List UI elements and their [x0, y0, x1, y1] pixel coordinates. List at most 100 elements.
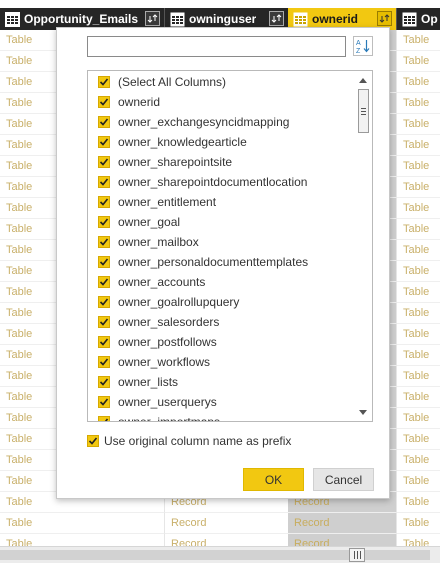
column-label: owner_userquerys	[118, 395, 217, 409]
table-cell[interactable]: Record	[164, 513, 288, 534]
column-checkbox[interactable]	[98, 96, 110, 108]
column-list-item[interactable]: owner_sharepointsite	[88, 152, 356, 172]
table-cell[interactable]: Table	[396, 30, 440, 51]
expand-column-icon[interactable]	[377, 11, 392, 26]
table-cell[interactable]: Table	[396, 198, 440, 219]
table-cell[interactable]: Table	[396, 114, 440, 135]
vertical-scroll-thumb[interactable]	[358, 89, 369, 133]
table-cell[interactable]: Table	[396, 492, 440, 513]
table-cell[interactable]: Table	[396, 429, 440, 450]
checkmark-icon	[99, 238, 109, 246]
expand-column-icon[interactable]	[269, 11, 284, 26]
column-checkbox[interactable]	[98, 276, 110, 288]
checkmark-icon	[99, 338, 109, 346]
column-label: owner_sharepointsite	[118, 155, 233, 169]
column-list-item[interactable]: owner_importmaps	[88, 412, 356, 421]
use-prefix-option[interactable]: Use original column name as prefix	[87, 433, 291, 449]
table-cell[interactable]: Table	[396, 471, 440, 492]
column-list-item[interactable]: ownerid	[88, 92, 356, 112]
checkmark-icon	[99, 118, 109, 126]
column-header-op[interactable]: Op	[396, 8, 440, 30]
vertical-scrollbar[interactable]	[355, 71, 372, 421]
column-label: owner_entitlement	[118, 195, 217, 209]
column-checkbox[interactable]	[98, 236, 110, 248]
column-checkbox[interactable]	[98, 316, 110, 328]
column-checkbox[interactable]	[98, 256, 110, 268]
table-cell[interactable]: Table	[396, 345, 440, 366]
expand-columns-dialog: A Z (Select All Columns) ownerid owner_exc…	[56, 27, 390, 499]
expand-column-icon[interactable]	[145, 11, 160, 26]
ok-button[interactable]: OK	[243, 468, 304, 491]
table-cell[interactable]: Table	[396, 177, 440, 198]
column-checkbox[interactable]	[98, 176, 110, 188]
table-cell[interactable]: Table	[396, 261, 440, 282]
column-checkbox[interactable]	[98, 336, 110, 348]
column-list-item[interactable]: owner_lists	[88, 372, 356, 392]
table-cell[interactable]: Table	[396, 303, 440, 324]
column-checkbox[interactable]	[98, 416, 110, 421]
column-checkbox[interactable]	[98, 216, 110, 228]
table-cell[interactable]: Table	[396, 513, 440, 534]
scroll-down-icon[interactable]	[359, 410, 367, 415]
column-list-item[interactable]: owner_postfollows	[88, 332, 356, 352]
column-checklist: (Select All Columns) ownerid owner_exchang…	[87, 70, 373, 422]
column-checkbox[interactable]	[98, 196, 110, 208]
table-cell[interactable]: Table	[396, 51, 440, 72]
table-cell[interactable]: Table	[0, 513, 164, 534]
checkmark-icon	[99, 78, 109, 86]
table-cell[interactable]: Table	[396, 156, 440, 177]
column-list-item[interactable]: owner_accounts	[88, 272, 356, 292]
column-list-item[interactable]: owner_knowledgearticle	[88, 132, 356, 152]
column-checkbox[interactable]	[98, 116, 110, 128]
column-label: ownerid	[118, 95, 161, 109]
table-cell[interactable]: Table	[396, 219, 440, 240]
table-cell[interactable]: Table	[396, 72, 440, 93]
column-checkbox[interactable]	[98, 356, 110, 368]
column-list-item[interactable]: owner_exchangesyncidmapping	[88, 112, 356, 132]
table-cell[interactable]: Table	[396, 135, 440, 156]
column-list-item[interactable]: owner_goal	[88, 212, 356, 232]
checkmark-icon	[99, 138, 109, 146]
table-icon	[402, 12, 417, 26]
column-checkbox[interactable]	[98, 76, 110, 88]
column-header-label: ownerid	[312, 12, 359, 26]
sort-az-button[interactable]: A Z	[353, 36, 373, 56]
table-cell[interactable]: Table	[396, 450, 440, 471]
checkmark-icon	[99, 158, 109, 166]
cancel-button[interactable]: Cancel	[313, 468, 374, 491]
table-cell[interactable]: Table	[396, 93, 440, 114]
column-checkbox[interactable]	[98, 136, 110, 148]
column-label: owner_workflows	[118, 355, 211, 369]
scroll-grip-icon[interactable]	[349, 548, 365, 562]
table-cell[interactable]: Table	[396, 408, 440, 429]
column-list-item[interactable]: owner_workflows	[88, 352, 356, 372]
column-list-item[interactable]: owner_entitlement	[88, 192, 356, 212]
column-list-item[interactable]: (Select All Columns)	[88, 72, 356, 92]
checkmark-icon	[99, 318, 109, 326]
sort-az-icon: A Z	[356, 40, 370, 54]
table-cell[interactable]: Table	[396, 324, 440, 345]
table-cell[interactable]: Table	[396, 387, 440, 408]
column-checkbox[interactable]	[98, 396, 110, 408]
table-cell[interactable]: Table	[396, 366, 440, 387]
horizontal-scroll-thumb[interactable]	[0, 550, 430, 560]
table-cell[interactable]: Table	[396, 240, 440, 261]
column-list-item[interactable]: owner_salesorders	[88, 312, 356, 332]
column-header-label: owninguser	[189, 12, 257, 26]
table-cell[interactable]: Table	[396, 282, 440, 303]
horizontal-scrollbar[interactable]	[0, 546, 440, 563]
column-list-item[interactable]: owner_personaldocumenttemplates	[88, 252, 356, 272]
column-checkbox[interactable]	[98, 296, 110, 308]
column-checkbox[interactable]	[98, 376, 110, 388]
column-list-item[interactable]: owner_sharepointdocumentlocation	[88, 172, 356, 192]
checkmark-icon	[104, 418, 109, 421]
table-cell[interactable]: Record	[288, 513, 396, 534]
column-list-item[interactable]: owner_userquerys	[88, 392, 356, 412]
search-columns-input[interactable]	[87, 36, 346, 57]
column-list-item[interactable]: owner_goalrollupquery	[88, 292, 356, 312]
column-list-item[interactable]: owner_mailbox	[88, 232, 356, 252]
scroll-up-icon[interactable]	[359, 78, 367, 83]
column-checkbox[interactable]	[98, 156, 110, 168]
prefix-checkbox[interactable]	[87, 435, 99, 447]
checkmark-icon	[99, 218, 109, 226]
